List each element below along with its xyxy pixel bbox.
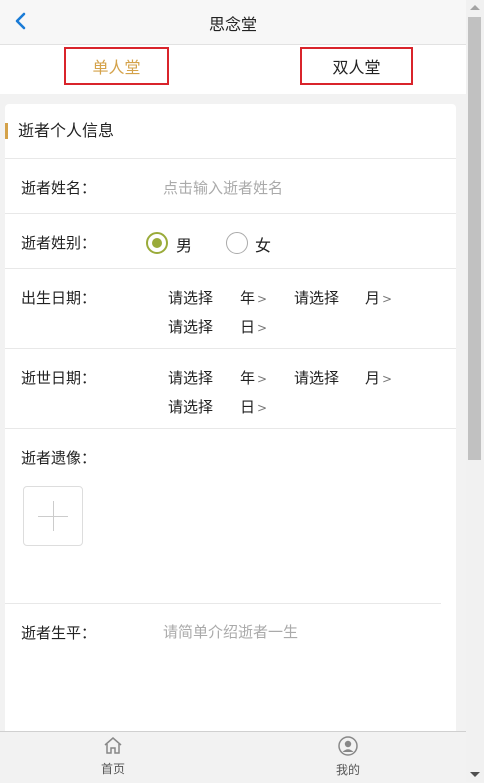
gender-label: 逝者姓别：	[21, 234, 97, 252]
birth-year-unit[interactable]: 年 >	[240, 287, 267, 308]
tab-bar: 单人堂 双人堂	[0, 45, 466, 94]
birth-date-label: 出生日期：	[21, 289, 97, 307]
chevron-right-icon: >	[257, 372, 268, 386]
portrait-upload-button[interactable]	[23, 486, 83, 546]
page-title: 思念堂	[208, 15, 257, 34]
scroll-down-icon[interactable]	[470, 772, 480, 777]
scrollbar[interactable]	[466, 0, 484, 782]
tabbar-mine-label: 我的	[335, 763, 360, 777]
chevron-right-icon: >	[382, 292, 393, 306]
tabbar-home[interactable]: 首页	[83, 736, 143, 777]
name-input[interactable]: 点击输入逝者姓名	[163, 177, 283, 198]
bio-input[interactable]: 请简单介绍逝者一生	[163, 621, 298, 642]
gender-male-radio[interactable]	[146, 232, 168, 254]
chevron-right-icon: >	[257, 321, 268, 335]
divider	[5, 158, 456, 159]
birth-month-select[interactable]: 请选择	[294, 287, 339, 308]
chevron-right-icon: >	[257, 401, 268, 415]
gender-female-label[interactable]: 女	[255, 232, 271, 256]
form-card: 逝者个人信息 逝者姓名： 点击输入逝者姓名 逝者姓别： 男 女 出生日期： 请选…	[5, 104, 456, 732]
chevron-right-icon: >	[257, 292, 268, 306]
bottom-tab-bar: 首页 我的	[0, 731, 466, 783]
section-accent-bar	[5, 123, 8, 139]
birth-day-select[interactable]: 请选择	[168, 316, 213, 337]
chevron-right-icon: >	[382, 372, 393, 386]
divider	[5, 268, 456, 269]
bio-label: 逝者生平：	[21, 624, 97, 642]
gender-female-radio[interactable]	[226, 232, 248, 254]
birth-day-unit[interactable]: 日 >	[240, 316, 267, 337]
name-label: 逝者姓名：	[21, 179, 97, 197]
death-day-select[interactable]: 请选择	[168, 396, 213, 417]
divider	[5, 348, 456, 349]
tab-double-hall[interactable]: 双人堂	[300, 47, 413, 85]
death-month-unit[interactable]: 月 >	[365, 367, 392, 388]
death-date-label: 逝世日期：	[21, 369, 97, 387]
divider	[5, 213, 456, 214]
divider	[5, 603, 441, 604]
birth-month-unit[interactable]: 月 >	[365, 287, 392, 308]
tabbar-home-label: 首页	[100, 762, 125, 776]
section-title: 逝者个人信息	[18, 121, 115, 140]
death-year-select[interactable]: 请选择	[168, 367, 213, 388]
nav-bar: 思念堂	[0, 0, 466, 45]
tabbar-mine[interactable]: 我的	[318, 736, 378, 778]
scroll-up-icon[interactable]	[470, 5, 480, 10]
gender-male-label[interactable]: 男	[176, 232, 192, 256]
portrait-label: 逝者遗像：	[21, 449, 97, 467]
death-year-unit[interactable]: 年 >	[240, 367, 267, 388]
death-day-unit[interactable]: 日 >	[240, 396, 267, 417]
home-icon	[104, 737, 122, 754]
scrollbar-thumb[interactable]	[468, 17, 481, 460]
divider	[5, 428, 456, 429]
birth-year-select[interactable]: 请选择	[168, 287, 213, 308]
user-icon	[338, 736, 358, 756]
death-month-select[interactable]: 请选择	[294, 367, 339, 388]
tab-single-hall[interactable]: 单人堂	[64, 47, 169, 85]
